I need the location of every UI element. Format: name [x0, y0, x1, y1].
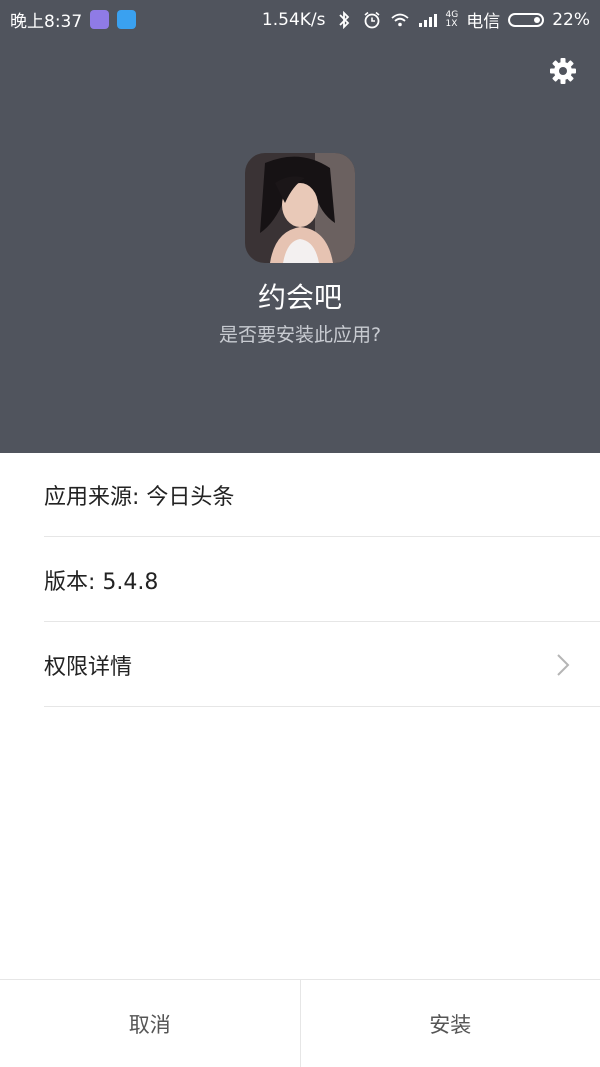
- version-text: 版本: 5.4.8: [44, 569, 159, 595]
- app-source-text: 应用来源: 今日头条: [44, 484, 235, 510]
- signal-icon: [418, 13, 437, 27]
- app-icon-photo: [245, 153, 355, 263]
- alarm-icon: [363, 11, 380, 28]
- network-type: 4G 1X: [445, 10, 459, 29]
- permissions-row[interactable]: 权限详情: [44, 623, 600, 707]
- network-speed: 1.54K/s: [261, 9, 326, 30]
- status-left: 晚上8:37: [10, 7, 137, 32]
- bluetooth-icon: [338, 10, 349, 29]
- permissions-label: 权限详情: [44, 654, 133, 680]
- chevron-right-icon: [557, 654, 570, 676]
- status-time: 晚上8:37: [10, 12, 83, 32]
- status-bar: 晚上8:37 1.54K/s 4G 1X 电信 22%: [0, 0, 600, 34]
- battery-icon: [508, 12, 545, 27]
- battery-percent: 22%: [552, 9, 590, 30]
- carrier-name: 电信: [466, 12, 501, 32]
- version-row: 版本: 5.4.8: [44, 538, 600, 622]
- status-right: 1.54K/s 4G 1X 电信 22%: [261, 7, 590, 33]
- cancel-button[interactable]: 取消: [0, 980, 300, 1067]
- wifi-icon: [390, 13, 409, 26]
- install-header: 晚上8:37 1.54K/s 4G 1X 电信 22% 约会吧 是否要安装此应用…: [0, 0, 600, 453]
- app-name: 约会吧: [257, 281, 342, 314]
- app-source-row: 应用来源: 今日头条: [44, 453, 600, 537]
- notification-app-icon: [90, 10, 110, 29]
- gear-icon[interactable]: [548, 56, 578, 86]
- notification-app-icon-2: [117, 10, 137, 29]
- app-icon-image: [245, 153, 355, 263]
- network-type-1x: 1X: [445, 18, 458, 29]
- install-button[interactable]: 安装: [301, 980, 600, 1067]
- action-bar: 取消 安装: [0, 979, 600, 1067]
- install-question: 是否要安装此应用?: [218, 324, 382, 346]
